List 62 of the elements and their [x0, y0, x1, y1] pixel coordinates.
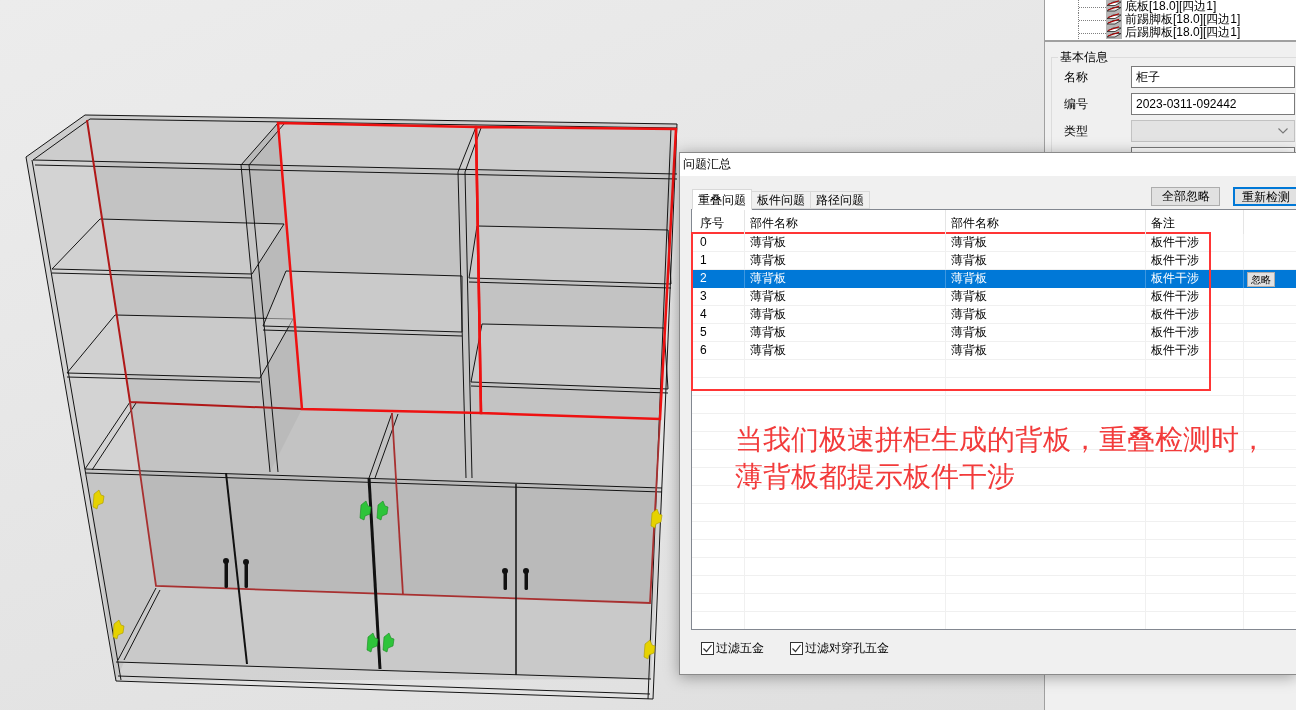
column-header[interactable]: 序号 — [692, 210, 745, 234]
dialog-button[interactable]: 重新检测 — [1233, 187, 1296, 206]
tab[interactable]: 板件问题 — [751, 191, 811, 209]
dialog-button[interactable]: 全部忽略 — [1151, 187, 1220, 206]
tab[interactable]: 重叠问题 — [692, 189, 752, 210]
table-cell-text: 板件干涉 — [1150, 234, 1200, 251]
table-cell-text: 薄背板 — [950, 324, 988, 341]
table-row[interactable]: 6 薄背板 薄背板 板件干涉 — [692, 342, 1296, 360]
table-cell-text: 薄背板 — [950, 252, 988, 269]
group-title: 基本信息 — [1058, 50, 1110, 65]
ignore-button[interactable]: 忽略 — [1247, 271, 1275, 287]
table-cell-text: 薄背板 — [749, 234, 787, 251]
text-field[interactable]: 柜子 — [1131, 66, 1295, 88]
table-cell-text: 4 — [699, 306, 708, 323]
annotation-text: 当我们极速拼柜生成的背板，重叠检测时， — [735, 422, 1267, 458]
table-cell-text: 板件干涉 — [1150, 252, 1200, 269]
table-cell: 板件干涉 — [1146, 270, 1244, 288]
column-header[interactable]: 备注 — [1146, 210, 1244, 234]
table-cell-text: 6 — [699, 342, 708, 359]
chevron-down-icon — [1278, 128, 1288, 134]
table-cell-text: 薄背板 — [749, 342, 787, 359]
table-cell-text: 板件干涉 — [1150, 324, 1200, 341]
field-label: 名称 — [1064, 68, 1089, 86]
table-cell-text: 薄背板 — [749, 324, 787, 341]
table-cell-text: 薄背板 — [950, 342, 988, 359]
tab[interactable]: 路径问题 — [810, 191, 870, 209]
table-row[interactable]: 4 薄背板 薄背板 板件干涉 — [692, 306, 1296, 324]
column-header[interactable]: 部件名称 — [745, 210, 946, 234]
tree-item[interactable]: 底板[18.0][四边1] — [1106, 0, 1217, 13]
table-row[interactable]: 1 薄背板 薄背板 板件干涉 — [692, 252, 1296, 270]
table-cell-text: 薄背板 — [950, 234, 988, 251]
table-cell-text: 0 — [699, 234, 708, 251]
table-cell: 2 — [692, 270, 745, 288]
table-cell-text: 3 — [699, 288, 708, 305]
field-label: 编号 — [1064, 95, 1089, 113]
table-cell-text: 薄背板 — [950, 306, 988, 323]
board-icon — [1106, 26, 1122, 39]
dialog-title-bar: 问题汇总 — [680, 153, 1296, 176]
column-header[interactable]: 部件名称 — [946, 210, 1146, 234]
tree-item[interactable]: 后踢脚板[18.0][四边1] — [1106, 26, 1241, 39]
table-cell-text: 薄背板 — [749, 252, 787, 269]
table-cell-text: 板件干涉 — [1150, 342, 1200, 359]
table-cell-text: 薄背板 — [749, 288, 787, 305]
filter-checkbox[interactable]: 过滤五金 — [701, 640, 764, 656]
table-cell-text: 板件干涉 — [1150, 288, 1200, 305]
annotation-text: 薄背板都提示板件干涉 — [735, 459, 1016, 495]
table-row[interactable]: 3 薄背板 薄背板 板件干涉 — [692, 288, 1296, 306]
table-cell: 薄背板 — [745, 270, 946, 288]
table-cell-text: 薄背板 — [950, 288, 988, 305]
field-label: 类型 — [1064, 122, 1089, 140]
board-icon — [1106, 13, 1122, 26]
table-cell-text: 5 — [699, 324, 708, 341]
table-row[interactable]: 0 薄背板 薄背板 板件干涉 — [692, 234, 1296, 252]
table-cell-text: 板件干涉 — [1150, 306, 1200, 323]
table-row[interactable]: 2 薄背板 薄背板 板件干涉 忽略 — [692, 270, 1296, 288]
filter-checkbox[interactable]: 过滤对穿孔五金 — [790, 640, 889, 656]
table-cell-text: 1 — [699, 252, 708, 269]
table-cell: 薄背板 — [946, 270, 1146, 288]
text-field[interactable]: 2023-0311-092442 — [1131, 93, 1295, 115]
tree-item[interactable]: 前踢脚板[18.0][四边1] — [1106, 13, 1241, 26]
table-row[interactable]: 5 薄背板 薄背板 板件干涉 — [692, 324, 1296, 342]
table-cell-text: 薄背板 — [749, 306, 787, 323]
